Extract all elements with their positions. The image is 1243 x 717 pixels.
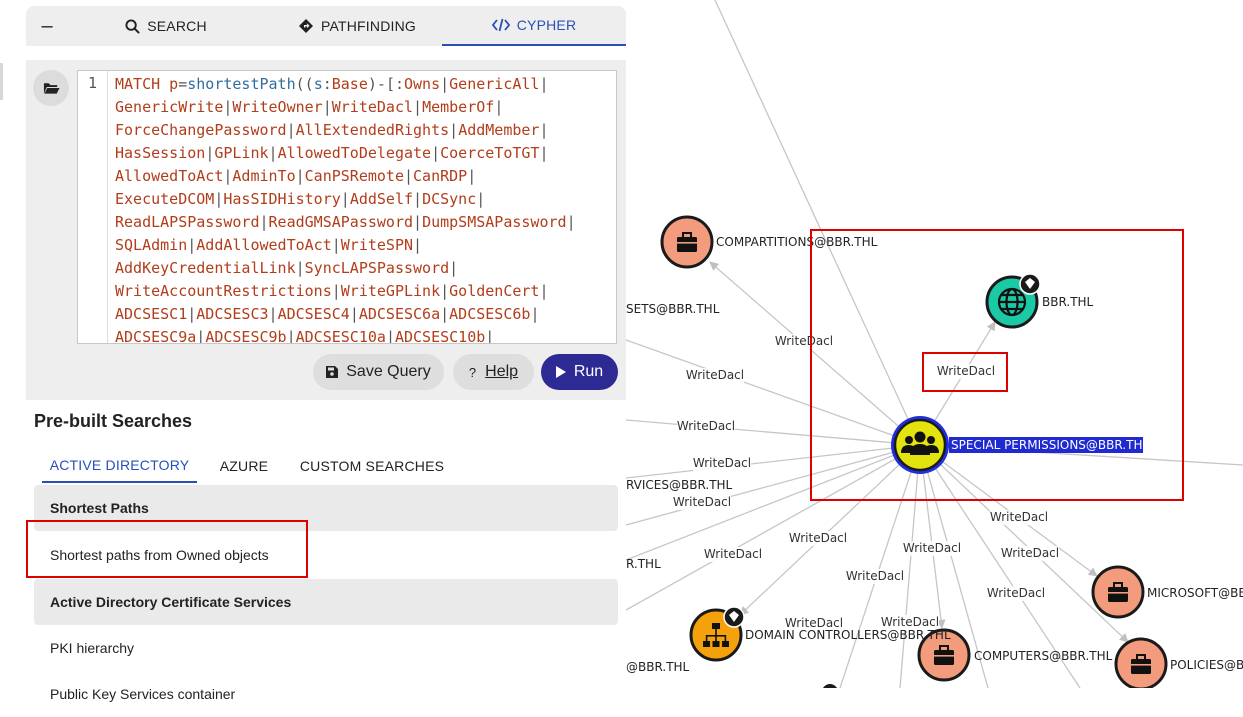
floppy-disk-icon bbox=[326, 366, 339, 378]
collapse-button[interactable]: – bbox=[26, 6, 68, 46]
query-pki-hierarchy[interactable]: PKI hierarchy bbox=[34, 625, 618, 671]
help-question-icon: ? bbox=[468, 364, 477, 380]
edge-label-writedacl[interactable]: WriteDacl bbox=[704, 547, 762, 561]
node-compartitions[interactable] bbox=[660, 215, 714, 269]
code-icon bbox=[491, 18, 510, 32]
edge-label-writedacl[interactable]: WriteDacl bbox=[1001, 546, 1059, 560]
cypher-query-line: ForceChangePassword|AllExtendedRights|Ad… bbox=[115, 121, 549, 139]
tier-zero-diamond-icon bbox=[723, 606, 745, 628]
edge-label-writedacl[interactable]: WriteDacl bbox=[677, 419, 735, 433]
node-label-partial-thl: R.THL bbox=[626, 557, 661, 571]
tab-search[interactable]: SEARCH bbox=[86, 6, 246, 46]
search-panel: – SEARCH PATHFINDING CYPHER 1 MATCH p=sh… bbox=[26, 0, 626, 702]
side-edge-marker bbox=[0, 63, 3, 100]
route-icon bbox=[298, 19, 313, 33]
cypher-query-line: ExecuteDCOM|HasSIDHistory|AddSelf|DCSync… bbox=[115, 190, 486, 208]
cypher-query-text: MATCH p=shortestPath((s:Base)-[:Owns|Gen… bbox=[115, 73, 615, 344]
help-label: Help bbox=[485, 363, 519, 380]
highlight-box-shortest-paths-query bbox=[26, 520, 308, 578]
edge-label-writedacl[interactable]: WriteDacl bbox=[693, 456, 751, 470]
node-label-partial-bbr: @BBR.THL bbox=[626, 660, 690, 674]
cypher-query-line: ReadLAPSPassword|ReadGMSAPassword|DumpSM… bbox=[115, 213, 576, 231]
run-button[interactable]: Run bbox=[541, 354, 618, 390]
cypher-query-line: GenericWrite|WriteOwner|WriteDacl|Member… bbox=[115, 98, 504, 116]
save-query-label: Save Query bbox=[346, 363, 431, 380]
prebuilt-searches-title: Pre-built Searches bbox=[34, 411, 193, 431]
edge-label-writedacl[interactable]: WriteDacl bbox=[990, 510, 1048, 524]
cypher-query-line: AllowedToAct|AdminTo|CanPSRemote|CanRDP| bbox=[115, 167, 477, 185]
line-number-gutter: 1 bbox=[78, 71, 108, 343]
tab-azure[interactable]: AZURE bbox=[214, 449, 274, 483]
node-policies[interactable] bbox=[1114, 637, 1168, 688]
run-label: Run bbox=[573, 363, 604, 380]
search-icon bbox=[125, 18, 141, 34]
tab-pathfinding-label: PATHFINDING bbox=[320, 18, 416, 34]
tab-pathfinding[interactable]: PATHFINDING bbox=[272, 6, 442, 46]
edge-label-writedacl[interactable]: WriteDacl bbox=[987, 586, 1045, 600]
edge-label-writedacl[interactable]: WriteDacl bbox=[673, 495, 731, 509]
cypher-query-line: MATCH p=shortestPath((s:Base)-[:Owns|Gen… bbox=[115, 75, 549, 93]
search-tab-bar: – SEARCH PATHFINDING CYPHER bbox=[26, 6, 626, 46]
cypher-query-line: AddKeyCredentialLink|SyncLAPSPassword| bbox=[115, 259, 459, 277]
edge-label-writedacl[interactable]: WriteDacl bbox=[903, 541, 961, 555]
edge-label-writedacl[interactable]: WriteDacl bbox=[686, 368, 744, 382]
play-icon bbox=[555, 366, 566, 378]
node-microsoft[interactable] bbox=[1091, 565, 1145, 619]
cypher-query-line: HasSession|GPLink|AllowedToDelegate|Coer… bbox=[115, 144, 549, 162]
section-adcs[interactable]: Active Directory Certificate Services bbox=[34, 579, 618, 625]
tab-custom-searches[interactable]: CUSTOM SEARCHES bbox=[297, 449, 447, 483]
node-label-computers: COMPUTERS@BBR.THL bbox=[974, 649, 1113, 663]
cypher-editor[interactable]: 1 MATCH p=shortestPath((s:Base)-[:Owns|G… bbox=[77, 70, 617, 344]
cypher-query-area: 1 MATCH p=shortestPath((s:Base)-[:Owns|G… bbox=[26, 60, 626, 400]
help-button[interactable]: ? Help bbox=[453, 354, 534, 390]
node-domain-controllers[interactable] bbox=[689, 606, 745, 662]
tab-active-directory[interactable]: ACTIVE DIRECTORY bbox=[42, 449, 197, 483]
cypher-query-line: ADCSESC9a|ADCSESC9b|ADCSESC10a|ADCSESC10… bbox=[115, 328, 495, 344]
prebuilt-tab-bar: ACTIVE DIRECTORY AZURE CUSTOM SEARCHES bbox=[34, 449, 618, 483]
cypher-query-line: ADCSESC1|ADCSESC3|ADCSESC4|ADCSESC6a|ADC… bbox=[115, 305, 540, 323]
cypher-query-line: WriteAccountRestrictions|WriteGPLink|Gol… bbox=[115, 282, 549, 300]
tab-search-label: SEARCH bbox=[147, 18, 207, 34]
save-query-button[interactable]: Save Query bbox=[313, 354, 444, 390]
edge-label-writedacl[interactable]: WriteDacl bbox=[881, 615, 939, 629]
line-number: 1 bbox=[87, 74, 98, 92]
node-label-microsoft: MICROSOFT@BBR.THL bbox=[1147, 586, 1243, 600]
highlight-box-writedacl-edge bbox=[922, 352, 1008, 392]
tab-cypher[interactable]: CYPHER bbox=[442, 6, 626, 46]
tab-cypher-label: CYPHER bbox=[516, 17, 577, 33]
saved-queries-button[interactable] bbox=[33, 70, 69, 106]
edge-label-writedacl[interactable]: WriteDacl bbox=[846, 569, 904, 583]
node-label-domain-controllers: DOMAIN CONTROLLERS@BBR.THL bbox=[745, 628, 951, 642]
node-label-partial-services: RVICES@BBR.THL bbox=[626, 478, 733, 492]
node-label-partial-sets: SETS@BBR.THL bbox=[626, 302, 720, 316]
node-label-policies: POLICIES@BBR.THL bbox=[1170, 658, 1243, 672]
edge-label-writedacl[interactable]: WriteDacl bbox=[789, 531, 847, 545]
folder-open-icon bbox=[43, 83, 60, 94]
query-public-key-services[interactable]: Public Key Services container bbox=[34, 671, 618, 717]
cypher-query-line: SQLAdmin|AddAllowedToAct|WriteSPN| bbox=[115, 236, 423, 254]
